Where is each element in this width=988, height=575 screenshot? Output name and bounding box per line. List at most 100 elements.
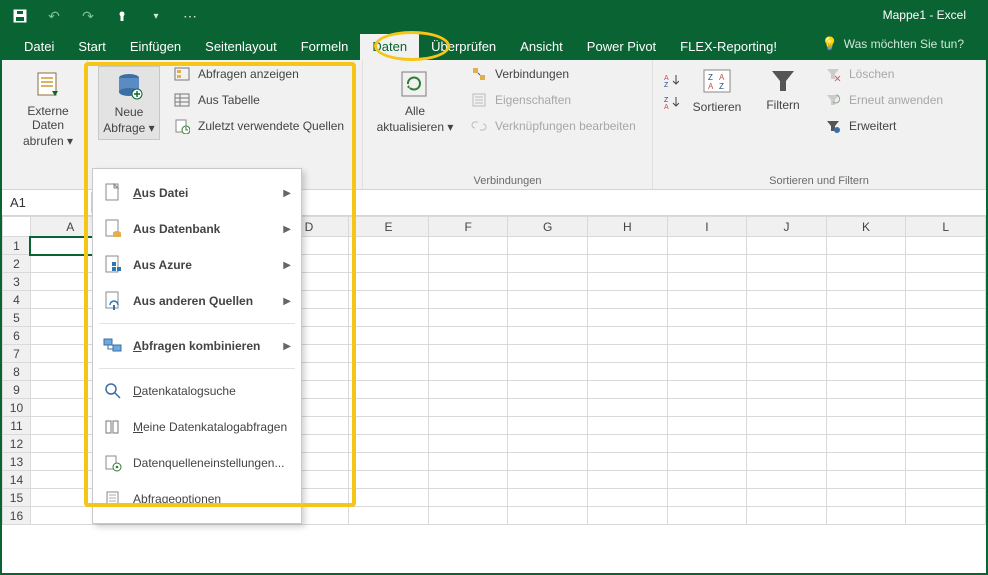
tab-einfuegen[interactable]: Einfügen	[118, 34, 193, 60]
tell-me-label: Was möchten Sie tun?	[844, 37, 964, 51]
row-header[interactable]: 2	[3, 255, 31, 273]
chevron-right-icon: ▶	[283, 260, 291, 271]
button-clear-filter: Löschen	[825, 66, 943, 82]
menu-meine-katalogabfragen[interactable]: Meine Datenkatalogabfragen	[93, 409, 301, 445]
tab-seitenlayout[interactable]: Seitenlayout	[193, 34, 289, 60]
qat-customize-icon[interactable]: ▾	[148, 8, 164, 24]
row-header[interactable]: 7	[3, 345, 31, 363]
external-data-label2: abrufen ▾	[23, 134, 73, 148]
menu-kombinieren[interactable]: Abfragen kombinieren ▶	[93, 328, 301, 364]
row-header[interactable]: 9	[3, 381, 31, 399]
quick-access-toolbar: ↶ ↷ ▾ ⋯	[2, 8, 198, 24]
row-header[interactable]: 14	[3, 471, 31, 489]
button-reapply: Erneut anwenden	[825, 92, 943, 108]
button-advanced-filter[interactable]: Erweitert	[825, 118, 943, 134]
row-header[interactable]: 13	[3, 453, 31, 471]
sort-asc-icon[interactable]: AZ	[663, 72, 679, 88]
tab-ansicht[interactable]: Ansicht	[508, 34, 575, 60]
undo-icon[interactable]: ↶	[46, 8, 62, 24]
svg-text:Z: Z	[719, 82, 724, 91]
col-header[interactable]: F	[428, 217, 508, 237]
button-recent-sources[interactable]: Zuletzt verwendete Quellen	[174, 118, 344, 134]
button-show-queries[interactable]: Abfragen anzeigen	[174, 66, 344, 82]
properties-label: Eigenschaften	[495, 93, 571, 107]
combine-queries-icon	[103, 336, 123, 356]
menu-quelleneinst-label: Datenquelleneinstellungen...	[133, 456, 284, 470]
col-header[interactable]: G	[508, 217, 588, 237]
select-all-cell[interactable]	[3, 217, 31, 237]
col-header[interactable]: H	[588, 217, 668, 237]
row-header[interactable]: 6	[3, 327, 31, 345]
tab-start[interactable]: Start	[66, 34, 117, 60]
button-refresh-all[interactable]: Alle aktualisieren ▾	[373, 66, 457, 134]
sort-desc-icon[interactable]: ZA	[663, 94, 679, 110]
menu-aus-datenbank[interactable]: Aus Datenbank ▶	[93, 211, 301, 247]
col-header[interactable]: E	[349, 217, 429, 237]
button-external-data[interactable]: Externe Daten abrufen ▾	[12, 66, 84, 148]
row-header[interactable]: 16	[3, 507, 31, 525]
row-header[interactable]: 12	[3, 435, 31, 453]
menu-abfrageoptionen[interactable]: Abfrageoptionen	[93, 481, 301, 517]
tab-daten[interactable]: Daten	[360, 34, 419, 60]
menu-aus-azure-label: Aus Azure	[133, 258, 192, 272]
menu-datenquelleneinstellungen[interactable]: Datenquelleneinstellungen...	[93, 445, 301, 481]
col-header[interactable]: J	[747, 217, 827, 237]
group-connections: Alle aktualisieren ▾ Verbindungen Eigens…	[363, 60, 653, 189]
svg-text:A: A	[719, 73, 725, 82]
menu-aus-datenbank-label: Aus Datenbank	[133, 222, 220, 236]
svg-text:Z: Z	[664, 82, 669, 87]
button-sort[interactable]: ZAAZ Sortieren	[689, 66, 745, 114]
clear-filter-icon	[825, 66, 841, 82]
row-header[interactable]: 5	[3, 309, 31, 327]
button-from-table[interactable]: Aus Tabelle	[174, 92, 344, 108]
sort-label: Sortieren	[693, 100, 742, 114]
show-queries-icon	[174, 66, 190, 82]
window-title: Mappe1 - Excel	[883, 8, 966, 22]
catalog-search-icon	[103, 381, 123, 401]
filter-label: Filtern	[766, 98, 799, 112]
qat-more-icon[interactable]: ⋯	[182, 8, 198, 24]
show-queries-label: Abfragen anzeigen	[198, 67, 299, 81]
lightbulb-icon: 💡	[822, 36, 838, 52]
svg-text:A: A	[664, 104, 669, 109]
row-header[interactable]: 10	[3, 399, 31, 417]
tab-ueberpruefen[interactable]: Überprüfen	[419, 34, 508, 60]
tab-powerpivot[interactable]: Power Pivot	[575, 34, 668, 60]
col-header[interactable]: K	[826, 217, 906, 237]
row-header[interactable]: 8	[3, 363, 31, 381]
button-connections[interactable]: Verbindungen	[471, 66, 636, 82]
refresh-label1: Alle	[405, 104, 425, 118]
button-neue-abfrage[interactable]: Neue Abfrage ▾	[98, 66, 160, 140]
tab-formeln[interactable]: Formeln	[289, 34, 361, 60]
tab-datei[interactable]: Datei	[12, 34, 66, 60]
row-header[interactable]: 11	[3, 417, 31, 435]
menu-aus-anderen[interactable]: Aus anderen Quellen ▶	[93, 283, 301, 319]
chevron-right-icon: ▶	[283, 188, 291, 199]
button-filter[interactable]: Filtern	[755, 66, 811, 112]
menu-katalogsuche-label: Datenkatalogsuche	[133, 384, 236, 398]
refresh-label2: aktualisieren ▾	[377, 120, 454, 134]
azure-icon	[103, 255, 123, 275]
menu-katalogsuche[interactable]: Datenkatalogsuche	[93, 373, 301, 409]
row-header[interactable]: 4	[3, 291, 31, 309]
name-box[interactable]: A1	[2, 192, 92, 213]
tab-flex[interactable]: FLEX-Reporting!	[668, 34, 789, 60]
col-header[interactable]: I	[667, 217, 747, 237]
other-sources-icon	[103, 291, 123, 311]
row-header[interactable]: 1	[3, 237, 31, 255]
external-data-icon	[31, 68, 65, 102]
save-icon[interactable]	[12, 8, 28, 24]
col-header[interactable]: L	[906, 217, 986, 237]
filter-icon	[768, 66, 798, 96]
menu-aus-azure[interactable]: Aus Azure ▶	[93, 247, 301, 283]
tell-me-search[interactable]: 💡 Was möchten Sie tun?	[822, 36, 964, 52]
chevron-right-icon: ▶	[283, 224, 291, 235]
touch-mode-icon[interactable]	[114, 8, 130, 24]
menu-aus-datei[interactable]: Aus Datei ▶	[93, 175, 301, 211]
row-header[interactable]: 15	[3, 489, 31, 507]
edit-links-icon	[471, 118, 487, 134]
redo-icon[interactable]: ↷	[80, 8, 96, 24]
row-header[interactable]: 3	[3, 273, 31, 291]
svg-text:A: A	[708, 82, 714, 91]
sort-icon: ZAAZ	[701, 66, 733, 98]
